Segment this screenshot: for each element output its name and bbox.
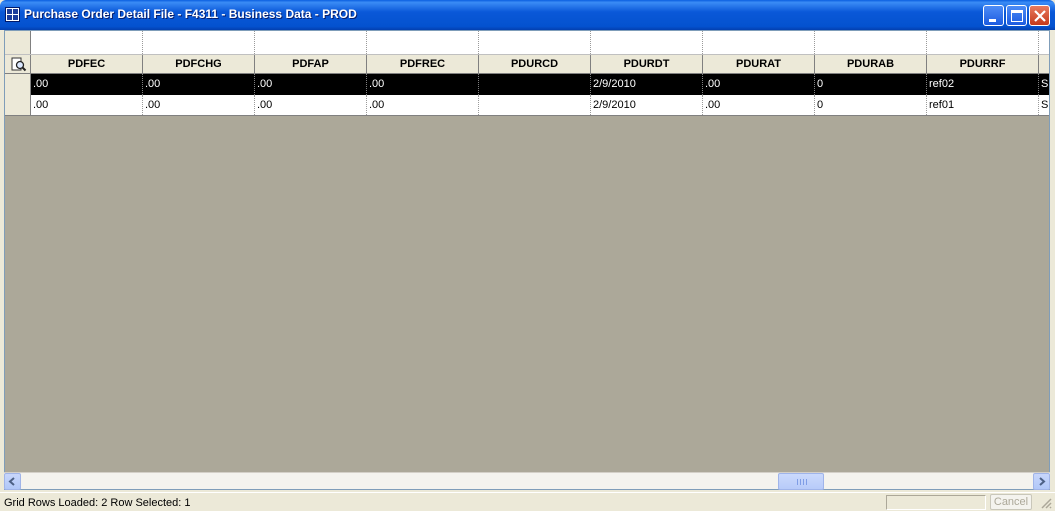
- horizontal-scrollbar[interactable]: [4, 472, 1050, 490]
- column-header-pdurcd[interactable]: PDURCD: [479, 55, 591, 73]
- application-window: Purchase Order Detail File - F4311 - Bus…: [0, 0, 1055, 511]
- table-cell[interactable]: .00: [367, 74, 479, 95]
- qbe-cell[interactable]: [31, 31, 143, 54]
- qbe-cell[interactable]: [255, 31, 367, 54]
- table-cell[interactable]: 2/9/2010: [591, 74, 703, 95]
- qbe-cell[interactable]: [143, 31, 255, 54]
- table-cell[interactable]: .00: [31, 74, 143, 95]
- chevron-right-icon: [1039, 477, 1046, 486]
- close-icon: [1034, 10, 1046, 22]
- table-cell[interactable]: 0: [815, 95, 927, 115]
- column-header-pdurat[interactable]: PDURAT: [703, 55, 815, 73]
- scroll-right-button[interactable]: [1033, 473, 1050, 490]
- cancel-button[interactable]: Cancel: [990, 494, 1032, 510]
- grid-app-icon[interactable]: [5, 7, 20, 22]
- qbe-cell[interactable]: [367, 31, 479, 54]
- resize-grip-icon[interactable]: [1040, 497, 1052, 509]
- table-cell[interactable]: .00: [143, 95, 255, 115]
- table-cell[interactable]: ref02: [927, 74, 1039, 95]
- minimize-icon: [989, 19, 996, 22]
- maximize-icon: [1011, 10, 1023, 22]
- qbe-cell[interactable]: [703, 31, 815, 54]
- column-header-pdfrec[interactable]: PDFREC: [367, 55, 479, 73]
- column-header-pdfchg[interactable]: PDFCHG: [143, 55, 255, 73]
- table-cell[interactable]: .00: [143, 74, 255, 95]
- window-title: Purchase Order Detail File - F4311 - Bus…: [24, 7, 357, 21]
- qbe-filter-row[interactable]: [5, 31, 1049, 55]
- status-bar: Grid Rows Loaded: 2 Row Selected: 1 Canc…: [0, 492, 1055, 511]
- column-header-pdurab[interactable]: PDURAB: [815, 55, 927, 73]
- table-cell[interactable]: S: [1039, 95, 1049, 115]
- column-header-pdurrf[interactable]: PDURRF: [927, 55, 1039, 73]
- table-row[interactable]: .00 .00 .00 .00 2/9/2010 .00 0 ref02 S: [5, 74, 1049, 95]
- status-text: Grid Rows Loaded: 2 Row Selected: 1: [4, 497, 191, 509]
- table-cell[interactable]: .00: [31, 95, 143, 115]
- table-cell[interactable]: [479, 74, 591, 95]
- chevron-left-icon: [8, 477, 15, 486]
- row-selector[interactable]: [5, 74, 31, 95]
- table-cell[interactable]: .00: [255, 95, 367, 115]
- table-row[interactable]: .00 .00 .00 .00 2/9/2010 .00 0 ref01 S: [5, 95, 1049, 116]
- minimize-button[interactable]: [983, 5, 1004, 26]
- table-cell[interactable]: .00: [703, 74, 815, 95]
- table-cell[interactable]: [479, 95, 591, 115]
- table-cell[interactable]: .00: [703, 95, 815, 115]
- qbe-cell[interactable]: [815, 31, 927, 54]
- title-bar[interactable]: Purchase Order Detail File - F4311 - Bus…: [0, 0, 1055, 30]
- data-grid[interactable]: PDFEC PDFCHG PDFAP PDFREC PDURCD PDURDT …: [4, 30, 1050, 490]
- scrollbar-thumb[interactable]: [778, 473, 824, 490]
- status-pane: [886, 495, 986, 510]
- table-cell[interactable]: ref01: [927, 95, 1039, 115]
- column-header-row: PDFEC PDFCHG PDFAP PDFREC PDURCD PDURDT …: [5, 55, 1049, 74]
- column-header-pdfap[interactable]: PDFAP: [255, 55, 367, 73]
- qbe-cell[interactable]: [479, 31, 591, 54]
- qbe-cell[interactable]: [591, 31, 703, 54]
- table-cell[interactable]: .00: [367, 95, 479, 115]
- column-header-pdurdt[interactable]: PDURDT: [591, 55, 703, 73]
- maximize-button[interactable]: [1006, 5, 1027, 26]
- table-cell[interactable]: 2/9/2010: [591, 95, 703, 115]
- scroll-left-button[interactable]: [4, 473, 21, 490]
- column-header-pdfec[interactable]: PDFEC: [31, 55, 143, 73]
- table-cell[interactable]: .00: [255, 74, 367, 95]
- row-selector[interactable]: [5, 95, 31, 115]
- table-cell[interactable]: S: [1039, 74, 1049, 95]
- column-header-next[interactable]: [1039, 55, 1049, 73]
- qbe-cell[interactable]: [927, 31, 1039, 54]
- table-cell[interactable]: 0: [815, 74, 927, 95]
- close-button[interactable]: [1029, 5, 1050, 26]
- qbe-corner: [5, 31, 31, 54]
- qbe-cell[interactable]: [1039, 31, 1049, 54]
- find-icon[interactable]: [5, 55, 31, 73]
